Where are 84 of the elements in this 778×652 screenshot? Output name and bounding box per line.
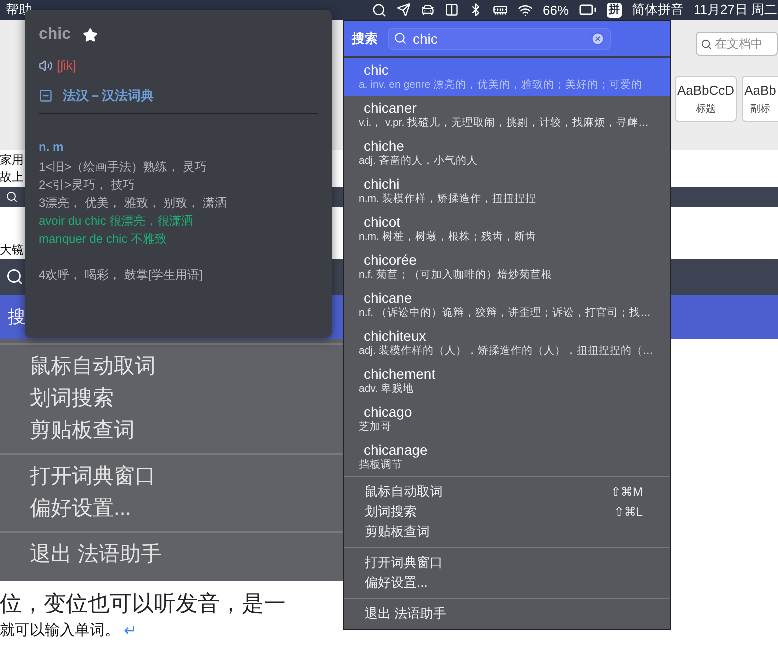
result-word: chicane [363, 290, 412, 306]
menu-item[interactable]: 打开词典窗口 [344, 553, 670, 573]
result-word: chichiteux [363, 328, 426, 344]
document-text: 就可以输入单词。 [0, 621, 120, 641]
dictionary-name: 法汉－汉法词典 [63, 87, 154, 105]
wifi-icon[interactable] [518, 2, 533, 18]
collapse-icon[interactable] [39, 89, 53, 103]
result-word: chicot [363, 214, 401, 230]
result-definition: adj. 装模作样的（人），矫揉造作的（人），扭扭捏捏的（… [359, 344, 654, 358]
result-word: chicago [363, 404, 412, 420]
layout-icon[interactable] [445, 3, 459, 17]
result-definition: v.i.， v.pr. 找碴儿，无理取闹，挑剔，计较，找麻烦，寻衅… [359, 116, 650, 130]
result-word: chichement [363, 366, 436, 382]
document-text: 大镜 [0, 242, 24, 259]
search-result[interactable]: chicorée n.f. 菊苣；（可加入咖啡的）焙炒菊苣根 [344, 248, 670, 286]
speaker-icon[interactable] [39, 58, 53, 72]
definition: 3漂亮， 优美， 雅致， 别致， 潇洒 [39, 195, 228, 212]
search-icon[interactable] [372, 2, 387, 18]
style-sample: AaBbCcD [677, 82, 735, 98]
search-result[interactable]: chiche adj. 吝啬的人，小气的人 [344, 134, 670, 172]
result-definition: n.f. （诉讼中的）诡辩，狡辩，讲歪理；诉讼，打官司；找… [359, 306, 652, 320]
result-definition: 挡板调节 [359, 458, 403, 472]
example-sentence: manquer de chic 不雅致 [39, 231, 168, 248]
star-icon[interactable] [83, 28, 98, 42]
input-method[interactable]: 简体拼音 [632, 1, 684, 19]
headword: chic [39, 26, 72, 44]
search-placeholder: 在文档中 [715, 36, 763, 52]
style-sample: AaBb [744, 82, 776, 98]
document-search-field[interactable]: 在文档中 [696, 32, 778, 56]
result-word: chicanage [363, 442, 428, 458]
definition: 4欢呼， 喝彩， 鼓掌[学生用语] [39, 267, 204, 284]
result-definition: a. inv. en genre 漂亮的，优美的，雅致的；美好的；可爱的 [359, 78, 643, 92]
part-of-speech: n. m [39, 140, 65, 154]
result-word: chicaner [363, 100, 417, 116]
result-definition: adj. 吝啬的人，小气的人 [359, 154, 478, 168]
clock[interactable]: 11月27日 周二 [694, 1, 778, 19]
search-result[interactable]: chicot n.m. 树桩，树墩，根株；残齿，断齿 [344, 210, 670, 248]
battery-percent: 66% [543, 2, 570, 18]
search-result[interactable]: chicane n.f. （诉讼中的）诡辩，狡辩，讲歪理；诉讼，打官司；找… [344, 286, 670, 324]
definition: 1<旧>（绘画手法）熟练， 灵巧 [39, 159, 208, 176]
document-text: 故上 [0, 169, 24, 186]
document-text: 家用 [0, 152, 24, 169]
menu-item[interactable]: 退出 法语助手 [344, 604, 670, 624]
search-icon [701, 38, 712, 50]
search-icon [394, 32, 407, 44]
search-result[interactable]: chicaner v.i.， v.pr. 找碴儿，无理取闹，挑剔，计较，找麻烦，寻衅… [344, 96, 670, 134]
paper-plane-icon[interactable] [397, 3, 411, 17]
menu-item[interactable]: 偏好设置... [344, 573, 670, 593]
result-definition: n.m. 装模作样，矫揉造作，扭扭捏捏 [359, 192, 536, 206]
result-word: chichi [363, 176, 400, 192]
car-icon[interactable] [421, 3, 435, 17]
result-definition: n.f. 菊苣；（可加入咖啡的）焙炒菊苣根 [359, 268, 553, 282]
shortcut: ⇧⌘L [614, 505, 643, 519]
result-word: chic [363, 62, 389, 78]
search-result[interactable]: chichement adv. 卑贱地 [344, 362, 670, 400]
paragraph-mark: ↵ [124, 622, 138, 641]
shortcut: ⇧⌘M [610, 485, 643, 499]
search-icon [6, 268, 24, 286]
result-word: chiche [363, 138, 404, 154]
result-definition: adv. 卑贱地 [359, 382, 414, 396]
input-badge[interactable]: 拼 [607, 2, 622, 18]
phonetic: [ʃik] [57, 58, 76, 73]
style-name: 标题 [696, 102, 716, 116]
style-card[interactable]: AaBb 副标 [742, 76, 778, 122]
style-card[interactable]: AaBbCcD 标题 [675, 76, 737, 122]
menu-item[interactable]: 划词搜索 ⇧⌘L [344, 502, 670, 522]
search-result[interactable]: chic a. inv. en genre 漂亮的，优美的，雅致的；美好的；可爱的 [344, 58, 670, 96]
document-text: 位，变位也可以听发音，是一 [0, 590, 286, 618]
style-name: 副标 [750, 102, 770, 116]
search-label: 搜 [8, 306, 26, 329]
search-result[interactable]: chichi n.m. 装模作样，矫揉造作，扭扭捏捏 [344, 172, 670, 210]
example-sentence: avoir du chic 很漂亮，很潇洒 [39, 213, 194, 230]
search-result[interactable]: chicago 芝加哥 [344, 400, 670, 438]
search-icon [6, 191, 18, 203]
search-field[interactable]: chic [388, 28, 611, 50]
result-definition: 芝加哥 [359, 420, 392, 434]
search-result[interactable]: chicanage 挡板调节 [344, 438, 670, 476]
search-result[interactable]: chichiteux adj. 装模作样的（人），矫揉造作的（人），扭扭捏捏的（… [344, 324, 670, 362]
result-definition: n.m. 树桩，树墩，根株；残齿，断齿 [359, 230, 536, 244]
result-word: chicorée [363, 252, 417, 268]
search-label: 搜索 [352, 30, 378, 48]
menu-item[interactable]: 剪贴板查词 [344, 522, 670, 542]
menu-item[interactable]: 鼠标自动取词 ⇧⌘M [344, 482, 670, 502]
definition: 2<引>灵巧， 技巧 [39, 177, 136, 194]
